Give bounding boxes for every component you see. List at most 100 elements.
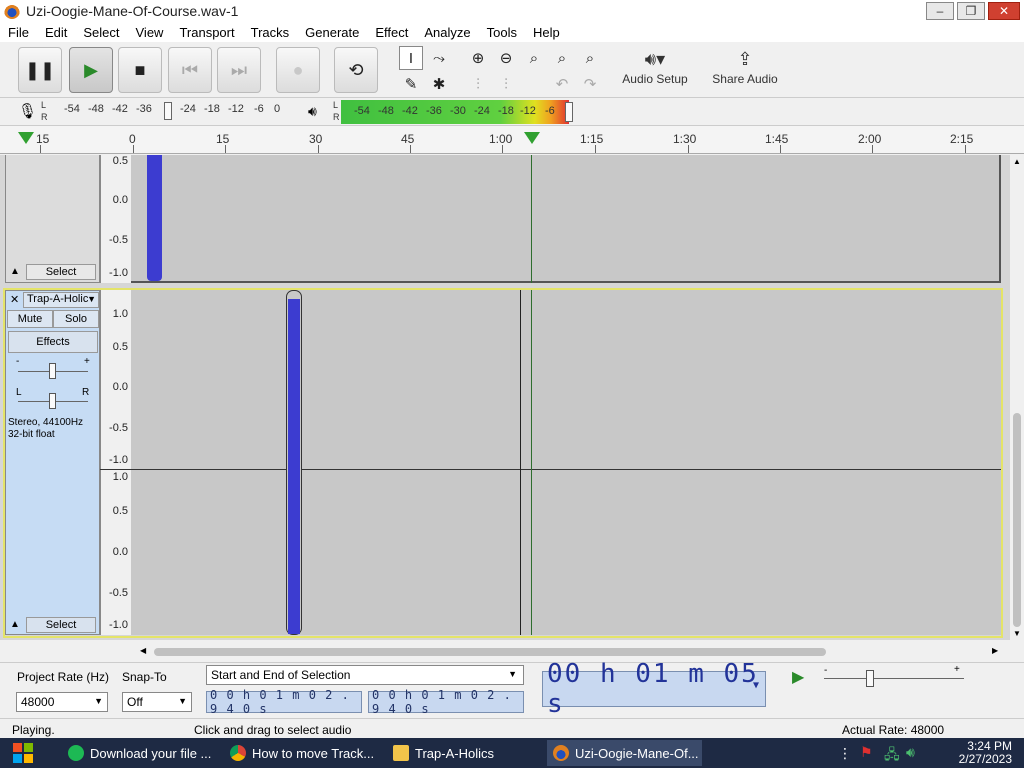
menu-tools[interactable]: Tools (479, 25, 525, 40)
tracks-area: ▲ Select 0.5 0.0 -0.5 -1.0 ✕ Trap-A-Holi… (0, 155, 1024, 640)
more-options-icon[interactable]: ⋮ (838, 745, 852, 762)
scroll-right-icon[interactable]: ▶ (992, 646, 998, 655)
ruler-label: -1.0 (109, 454, 128, 466)
audacity-icon (553, 745, 569, 761)
taskbar-item-audacity[interactable]: Uzi-Oogie-Mane-Of... (547, 740, 702, 766)
timeline-label: 15 (36, 132, 50, 146)
gain-slider-thumb[interactable] (49, 363, 56, 379)
pan-slider-thumb[interactable] (49, 393, 56, 409)
timeline-ruler[interactable]: 15 0 15 30 45 1:00 1:15 1:30 1:45 2:00 2… (0, 126, 1024, 154)
zoom-toggle-button[interactable]: ⌕ (578, 46, 602, 70)
record-button[interactable]: ● (276, 47, 320, 93)
track1-vertical-ruler[interactable]: 0.5 0.0 -0.5 -1.0 (100, 155, 131, 283)
menu-help[interactable]: Help (525, 25, 568, 40)
horizontal-scroll-thumb[interactable] (154, 648, 826, 656)
play-at-speed-button[interactable]: ▶ (792, 667, 814, 689)
undo-button[interactable]: ↶ (550, 72, 574, 96)
track2-control-panel[interactable]: ✕ Trap-A-Holic ▼ Mute Solo Effects - + L… (5, 290, 100, 635)
track-close-icon[interactable]: ✕ (10, 293, 19, 306)
volume-icon[interactable]: 🔊︎ (906, 744, 915, 761)
effects-button[interactable]: Effects (8, 331, 98, 353)
menu-tracks[interactable]: Tracks (243, 25, 298, 40)
system-clock[interactable]: 3:24 PM 2/27/2023 (932, 740, 1012, 766)
track2-vertical-ruler[interactable]: 1.0 0.5 0.0 -0.5 -1.0 1.0 0.5 0.0 -0.5 -… (100, 290, 131, 635)
close-button[interactable]: ✕ (988, 2, 1020, 20)
network-icon[interactable]: 🖧︎ (884, 744, 900, 768)
envelope-tool[interactable]: ⤳ (427, 46, 451, 70)
multi-tool[interactable]: ✱ (427, 72, 451, 96)
menu-effect[interactable]: Effect (367, 25, 416, 40)
scroll-down-icon[interactable]: ▼ (1013, 629, 1021, 638)
time-display[interactable]: 00 h 01 m 05 s ▼ (542, 659, 766, 719)
play-button[interactable]: ▶ (69, 47, 113, 93)
timeline-label: 1:30 (673, 132, 697, 146)
zoom-in-button[interactable]: ⊕ (466, 46, 490, 70)
timeline-label: 1:45 (765, 132, 789, 146)
playback-meter[interactable]: -54 -48 -42 -36 -30 -24 -18 -12 -6 (341, 100, 573, 124)
play-position-marker[interactable] (524, 132, 540, 144)
mute-button[interactable]: Mute (7, 310, 53, 328)
taskbar-item-download[interactable]: Download your file ... (62, 740, 212, 766)
selection-start-time[interactable]: 0 0 h 0 1 m 0 2 . 9 4 0 s (206, 688, 362, 716)
track-name-menu[interactable]: Trap-A-Holic ▼ (23, 292, 99, 308)
stop-button[interactable]: ■ (118, 47, 162, 93)
redo-button[interactable]: ↷ (578, 72, 602, 96)
draw-tool[interactable]: ✎ (399, 72, 423, 96)
skip-end-button[interactable]: ⏭ (217, 47, 261, 93)
vertical-scrollbar[interactable]: ▲ ▼ (1010, 155, 1024, 640)
solo-button[interactable]: Solo (53, 310, 99, 328)
track1-control-panel[interactable]: ▲ Select (5, 155, 100, 283)
start-button[interactable] (0, 738, 46, 768)
track1-waveform-area[interactable] (131, 155, 1001, 283)
menu-edit[interactable]: Edit (37, 25, 75, 40)
menu-analyze[interactable]: Analyze (416, 25, 478, 40)
restore-button[interactable]: ❐ (957, 2, 985, 20)
collapse-track-icon[interactable]: ▲ (10, 619, 20, 630)
collapse-track-icon[interactable]: ▲ (10, 266, 20, 277)
skip-start-button[interactable]: ⏮ (168, 47, 212, 93)
track2-clip[interactable] (286, 290, 302, 635)
menu-select[interactable]: Select (75, 25, 127, 40)
project-rate-select[interactable]: 48000 ▼ (16, 692, 108, 712)
selection-tool[interactable]: I (399, 46, 423, 70)
horizontal-scrollbar[interactable]: ◀ ▶ (140, 645, 1000, 659)
track1-select-button[interactable]: Select (26, 264, 96, 280)
scroll-left-icon[interactable]: ◀ (140, 646, 146, 655)
silence-button[interactable]: ⫶ (494, 72, 518, 96)
selection-mode-select[interactable]: Start and End of Selection ▼ (206, 665, 524, 685)
loop-button[interactable]: ⟲ (334, 47, 378, 93)
share-audio-button[interactable]: ⇪ Share Audio (708, 46, 782, 96)
vertical-scroll-thumb[interactable] (1013, 413, 1021, 627)
fit-project-button[interactable]: ⌕ (550, 46, 574, 70)
record-meter[interactable]: -54 -48 -42 -36 -24 -18 -12 -6 0 (50, 98, 286, 124)
menu-file[interactable]: File (0, 25, 37, 40)
track2-waveform-area[interactable] (100, 290, 1001, 635)
selection-end-value: 0 0 h 0 1 m 0 2 . 9 4 0 s (372, 688, 512, 716)
gain-minus-label: - (16, 356, 20, 367)
play-region-start-marker[interactable] (18, 132, 34, 144)
play-meter-l: L (333, 100, 339, 110)
taskbar-item-folder[interactable]: Trap-A-Holics (387, 740, 537, 766)
play-speed-slider-thumb[interactable] (866, 670, 874, 687)
menu-transport[interactable]: Transport (171, 25, 242, 40)
pause-button[interactable]: ❚❚ (18, 47, 62, 93)
snap-to-select[interactable]: Off ▼ (122, 692, 192, 712)
menu-generate[interactable]: Generate (297, 25, 367, 40)
track2-select-button[interactable]: Select (26, 617, 96, 633)
track2-clip-waveform[interactable] (288, 299, 300, 634)
playback-meter-slider[interactable] (565, 102, 573, 122)
selection-toolbar: Project Rate (Hz) Snap-To 48000 ▼ Off ▼ … (0, 662, 1024, 718)
menu-view[interactable]: View (128, 25, 172, 40)
minimize-button[interactable]: ‒ (926, 2, 954, 20)
zoom-out-button[interactable]: ⊖ (494, 46, 518, 70)
selection-end-time[interactable]: 0 0 h 0 1 m 0 2 . 9 4 0 s (368, 688, 524, 716)
taskbar-item-browser[interactable]: How to move Track... (224, 740, 379, 766)
record-meter-slider[interactable] (164, 102, 172, 120)
flag-icon[interactable]: ⚑ (860, 744, 873, 761)
track1-clip-waveform[interactable] (147, 155, 162, 281)
fit-selection-button[interactable]: ⌕ (522, 46, 546, 70)
scroll-up-icon[interactable]: ▲ (1013, 157, 1021, 166)
trim-button[interactable]: ⫶ (466, 72, 490, 96)
audio-setup-button[interactable]: 🔊︎▾ Audio Setup (618, 46, 692, 96)
track-name-label: Trap-A-Holic (27, 293, 89, 305)
